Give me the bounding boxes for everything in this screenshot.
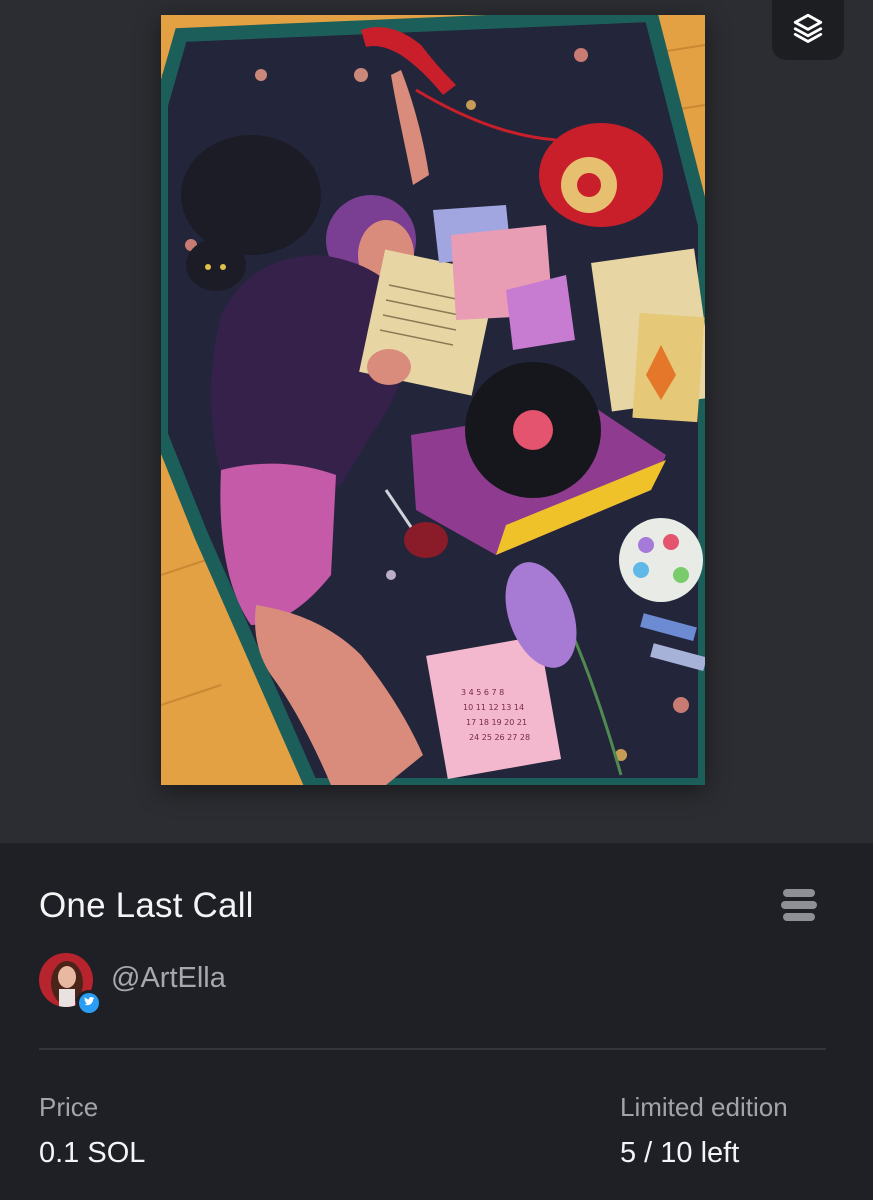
svg-text:3 4 5 6 7 8: 3 4 5 6 7 8 bbox=[461, 688, 504, 697]
price-label: Price bbox=[39, 1092, 99, 1122]
edition-label: Limited edition bbox=[620, 1092, 788, 1122]
divider bbox=[39, 1048, 826, 1050]
svg-text:17 18 19 20 21: 17 18 19 20 21 bbox=[466, 718, 527, 727]
svg-text:10 11 12 13 14: 10 11 12 13 14 bbox=[463, 703, 524, 712]
creator-handle[interactable]: @ArtElla bbox=[111, 962, 226, 995]
nft-title: One Last Call bbox=[39, 886, 254, 925]
verified-badge bbox=[76, 990, 101, 1015]
edition-value: 5 / 10 left bbox=[620, 1137, 740, 1169]
layers-button[interactable] bbox=[772, 0, 844, 60]
layers-icon bbox=[791, 11, 825, 50]
twitter-icon bbox=[83, 994, 95, 1012]
artwork-image[interactable]: 3 4 5 6 7 8 10 11 12 13 14 17 18 19 20 2… bbox=[161, 15, 705, 785]
menu-icon bbox=[779, 885, 819, 930]
price-value: 0.1 SOL bbox=[39, 1137, 146, 1169]
menu-button[interactable] bbox=[776, 884, 822, 930]
artwork-panel: 3 4 5 6 7 8 10 11 12 13 14 17 18 19 20 2… bbox=[0, 0, 873, 843]
svg-text:24 25 26 27 28: 24 25 26 27 28 bbox=[469, 733, 530, 742]
